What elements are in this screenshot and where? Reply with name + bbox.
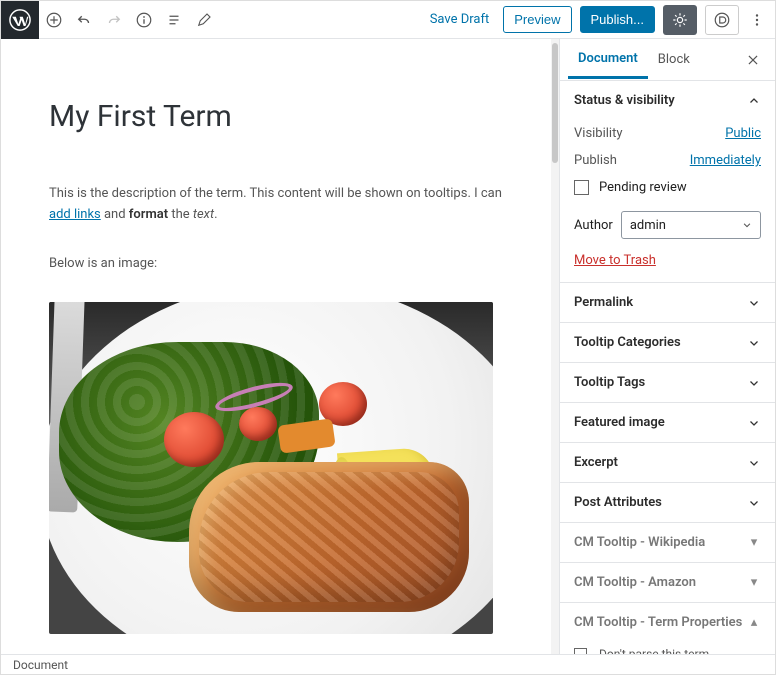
- close-sidebar-button[interactable]: [739, 46, 767, 74]
- close-icon: [746, 53, 760, 67]
- save-draft-button[interactable]: Save Draft: [424, 12, 496, 27]
- author-select[interactable]: admin: [621, 211, 761, 239]
- chevron-down-icon: [747, 337, 761, 349]
- panel-title: CM Tooltip - Term Properties: [574, 615, 742, 630]
- panel-toggle-cm-amazon[interactable]: CM Tooltip - Amazon ▾: [560, 563, 775, 602]
- panel-title: Status & visibility: [574, 93, 675, 108]
- tab-block[interactable]: Block: [648, 42, 700, 77]
- chevron-down-icon: [747, 297, 761, 309]
- link-add-links[interactable]: add links: [49, 207, 101, 222]
- pending-review-row: Pending review: [574, 174, 761, 201]
- text: the: [168, 207, 193, 222]
- redo-button[interactable]: [99, 1, 129, 39]
- breadcrumb-document: Document: [13, 658, 68, 672]
- undo-icon: [75, 11, 93, 29]
- info-button[interactable]: [129, 1, 159, 39]
- text: This is the description of the term. Thi…: [49, 186, 502, 201]
- top-toolbar: Save Draft Preview Publish...: [1, 1, 775, 39]
- panel-toggle-tooltip-tags[interactable]: Tooltip Tags: [560, 363, 775, 402]
- toolbar-left: [1, 1, 219, 38]
- author-label: Author: [574, 218, 613, 233]
- panel-title: Featured image: [574, 415, 665, 430]
- edit-button[interactable]: [189, 1, 219, 39]
- plus-circle-icon: [45, 11, 63, 29]
- editor-canvas[interactable]: My First Term This is the description of…: [1, 39, 551, 654]
- panel-toggle-cm-term-properties[interactable]: CM Tooltip - Term Properties ▴: [560, 603, 775, 642]
- author-value: admin: [630, 218, 666, 233]
- panel-toggle-featured-image[interactable]: Featured image: [560, 403, 775, 442]
- panel-title: Post Attributes: [574, 495, 662, 510]
- no-parse-label: Don't parse this term: [599, 647, 709, 654]
- panel-toggle-permalink[interactable]: Permalink: [560, 283, 775, 322]
- more-menu-button[interactable]: [747, 1, 767, 39]
- panel-toggle-tooltip-categories[interactable]: Tooltip Categories: [560, 323, 775, 362]
- pending-review-label: Pending review: [599, 180, 687, 195]
- visibility-value[interactable]: Public: [725, 126, 761, 141]
- visibility-label: Visibility: [574, 126, 623, 141]
- wordpress-icon: [9, 9, 31, 31]
- panel-title: Tooltip Tags: [574, 375, 645, 390]
- sidebar-scrollbar[interactable]: [551, 39, 559, 654]
- chevron-down-icon: [747, 377, 761, 389]
- add-block-button[interactable]: [39, 1, 69, 39]
- post-paragraph-2[interactable]: Below is an image:: [49, 254, 503, 275]
- post-paragraph[interactable]: This is the description of the term. Thi…: [49, 184, 503, 226]
- pending-review-checkbox[interactable]: [574, 180, 589, 195]
- settings-button[interactable]: [663, 5, 697, 35]
- wp-logo[interactable]: [1, 1, 39, 39]
- undo-button[interactable]: [69, 1, 99, 39]
- panel-title: CM Tooltip - Wikipedia: [574, 535, 705, 550]
- list-icon: [165, 11, 183, 29]
- plugin-button[interactable]: [705, 5, 739, 35]
- triangle-down-icon: ▾: [747, 535, 761, 550]
- settings-sidebar: Document Block Status & visibility Visib…: [559, 39, 775, 654]
- italic-text: text: [193, 207, 214, 222]
- panel-toggle-cm-wikipedia[interactable]: CM Tooltip - Wikipedia ▾: [560, 523, 775, 562]
- chevron-down-icon: [747, 457, 761, 469]
- term-opt-no-parse: Don't parse this term: [560, 642, 775, 654]
- ellipsis-vertical-icon: [748, 11, 766, 29]
- sidebar-tabs: Document Block: [560, 39, 775, 81]
- panel-title: Permalink: [574, 295, 633, 310]
- triangle-up-icon: ▴: [747, 615, 761, 630]
- outline-button[interactable]: [159, 1, 189, 39]
- tab-document[interactable]: Document: [568, 41, 648, 79]
- panel-status-visibility: Status & visibility Visibility Public Pu…: [560, 81, 775, 283]
- panel-toggle-post-attributes[interactable]: Post Attributes: [560, 483, 775, 522]
- d-circle-icon: [713, 11, 731, 29]
- text: .: [214, 207, 217, 222]
- author-row: Author admin: [574, 201, 761, 239]
- footer-breadcrumb[interactable]: Document: [1, 654, 775, 674]
- pencil-icon: [195, 11, 213, 29]
- chevron-down-icon: [747, 497, 761, 509]
- publish-button[interactable]: Publish...: [580, 6, 655, 33]
- preview-button[interactable]: Preview: [503, 6, 571, 33]
- chevron-down-icon: [747, 417, 761, 429]
- post-image-block[interactable]: [49, 302, 493, 634]
- chevron-up-icon: [747, 95, 761, 107]
- post-title[interactable]: My First Term: [49, 99, 503, 134]
- redo-icon: [105, 11, 123, 29]
- text: and: [101, 207, 129, 222]
- panel-toggle-excerpt[interactable]: Excerpt: [560, 443, 775, 482]
- chevron-down-icon: [742, 220, 752, 230]
- panel-toggle-status[interactable]: Status & visibility: [560, 81, 775, 120]
- panel-title: CM Tooltip - Amazon: [574, 575, 696, 590]
- info-icon: [135, 11, 153, 29]
- toolbar-right: Save Draft Preview Publish...: [424, 1, 775, 38]
- triangle-down-icon: ▾: [747, 575, 761, 590]
- gear-icon: [671, 11, 689, 29]
- bold-text: format: [129, 207, 168, 222]
- publish-label: Publish: [574, 153, 617, 168]
- visibility-row: Visibility Public: [574, 120, 761, 147]
- publish-row: Publish Immediately: [574, 147, 761, 174]
- move-to-trash-link[interactable]: Move to Trash: [574, 253, 656, 268]
- panel-title: Excerpt: [574, 455, 618, 470]
- publish-value[interactable]: Immediately: [690, 153, 761, 168]
- panel-title: Tooltip Categories: [574, 335, 681, 350]
